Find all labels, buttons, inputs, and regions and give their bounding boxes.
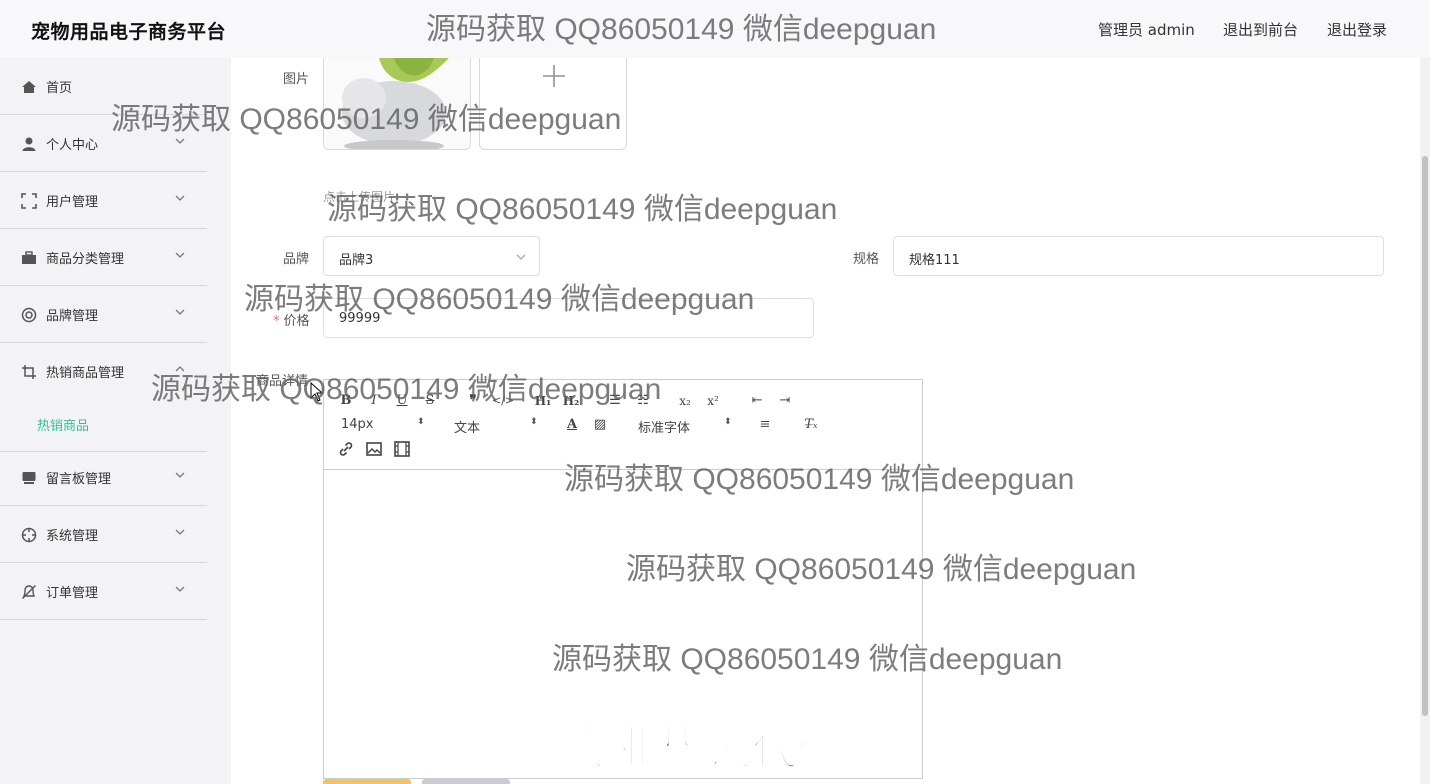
compass-icon [21,527,37,543]
detail-label: 商品详情 [256,374,309,389]
exit-to-front-link[interactable]: 退出到前台 [1223,19,1298,40]
image-icon[interactable] [365,440,383,458]
price-input-value: 99999 [339,311,381,326]
font-size-select[interactable]: 14px ⬍ [341,417,425,433]
upload-hint: 点击上传图片 [323,190,396,204]
align-left-icon[interactable]: ≡ [756,416,774,434]
background-color-button[interactable]: ▨ [591,416,609,434]
select-caret-icon: ⬍ [417,417,425,427]
watermark-banner: 专业毕设代做 [567,720,845,776]
link-icon[interactable] [337,440,355,458]
chevron-down-icon [175,252,185,258]
font-color-button[interactable]: A [563,416,581,434]
font-family-select[interactable]: 标准字体 ⬍ [638,417,732,436]
sidebar-item-system[interactable]: 系统管理 [0,506,207,563]
video-icon[interactable] [393,440,411,458]
spec-label: 规格 [853,252,880,267]
sidebar-item-hot-products[interactable]: 热销商品管理 热销商品 [0,343,207,452]
lifebuoy-icon [21,307,37,323]
chevron-down-icon [175,586,185,592]
price-input[interactable]: 99999 [323,298,814,338]
ordered-list-icon[interactable]: ☰ [606,392,624,410]
sidebar-item-label: 系统管理 [46,529,99,544]
sidebar-item-label: 个人中心 [46,138,99,153]
underline-button[interactable]: U [393,392,411,410]
select-caret-icon: ⬍ [530,417,538,427]
sidebar-item-label: 订单管理 [46,586,99,601]
admin-user-label: 管理员 admin [1098,21,1195,39]
brand-label: 品牌 [283,252,310,267]
monitor-icon [22,472,36,484]
sidebar-item-label: 首页 [46,81,73,96]
upload-add-button[interactable] [479,58,627,150]
scrollbar-thumb[interactable] [1422,156,1428,716]
brand-select-value: 品牌3 [339,253,374,268]
chevron-up-icon [175,366,185,372]
sidebar-subitem-hot-products[interactable]: 热销商品 [37,415,89,434]
chevron-down-icon [175,529,185,535]
briefcase-icon [22,251,36,264]
select-caret-icon: ⬍ [724,417,732,427]
sidebar-item-messages[interactable]: 留言板管理 [0,449,207,506]
bullet-list-icon[interactable]: ☷ [634,392,652,410]
sidebar-item-profile[interactable]: 个人中心 [0,115,207,172]
italic-button[interactable]: I [365,392,383,410]
frame-icon [21,193,37,209]
sidebar-item-orders[interactable]: 订单管理 [0,563,207,620]
header-type-select[interactable]: 文本 ⬍ [454,417,538,436]
uploaded-image-thumbnail[interactable] [323,58,471,150]
subscript-button[interactable]: x₂ [676,392,694,410]
quote-icon[interactable]: ❞ [464,392,482,410]
cancel-button[interactable] [422,779,510,784]
code-block-icon[interactable]: </> [492,392,514,410]
bell-off-icon [22,585,36,599]
sidebar-item-label: 留言板管理 [46,472,112,487]
required-mark: * [273,314,280,329]
page-scrollbar[interactable] [1420,58,1430,784]
sidebar-item-users[interactable]: 用户管理 [0,172,207,229]
logout-link[interactable]: 退出登录 [1327,19,1387,40]
image-label: 图片 [283,72,310,87]
header2-button[interactable]: H₂ [562,392,580,410]
sidebar: 首页 个人中心 用户管理 商品分类管理 品牌管理 热销商品管理 热销商品 留言板… [0,58,207,784]
header1-button[interactable]: H₁ [534,392,552,410]
price-label: * 价格 [273,314,310,329]
outdent-icon[interactable]: ⇤ [748,392,766,410]
editor-toolbar: B I U S ❞ </> H₁ H₂ ☰ ☷ x₂ x² ⇤ ⇥ 14px ⬍… [324,380,922,470]
sidebar-item-category[interactable]: 商品分类管理 [0,229,207,286]
sidebar-item-label: 用户管理 [46,195,99,210]
submit-button[interactable] [323,779,411,784]
plus-icon [543,65,565,87]
mouse-cursor-icon [310,382,324,402]
brand-select[interactable]: 品牌3 [323,236,540,276]
bold-button[interactable]: B [337,392,355,410]
sidebar-item-home[interactable]: 首页 [0,58,207,115]
chevron-down-icon [175,138,185,144]
spec-input-value: 规格111 [909,253,960,268]
sidebar-item-label: 品牌管理 [46,309,99,324]
spec-input[interactable]: 规格111 [893,236,1384,276]
home-icon [22,81,36,93]
crop-icon [22,365,36,379]
clear-format-icon[interactable]: T̶ₓ [802,416,820,434]
strike-button[interactable]: S [421,392,439,410]
sidebar-item-brand[interactable]: 品牌管理 [0,286,207,343]
sidebar-item-label: 商品分类管理 [46,252,125,267]
superscript-button[interactable]: x² [704,392,722,410]
pet-image [324,58,470,149]
sidebar-item-label: 热销商品管理 [46,366,125,381]
chevron-down-icon [175,472,185,478]
app-title: 宠物用品电子商务平台 [31,21,227,43]
chevron-down-icon [175,309,185,315]
top-header: 宠物用品电子商务平台 管理员 admin 退出到前台 退出登录 [0,0,1430,58]
indent-icon[interactable]: ⇥ [776,392,794,410]
user-icon [22,137,36,151]
chevron-down-icon [516,254,526,260]
chevron-down-icon [175,195,185,201]
